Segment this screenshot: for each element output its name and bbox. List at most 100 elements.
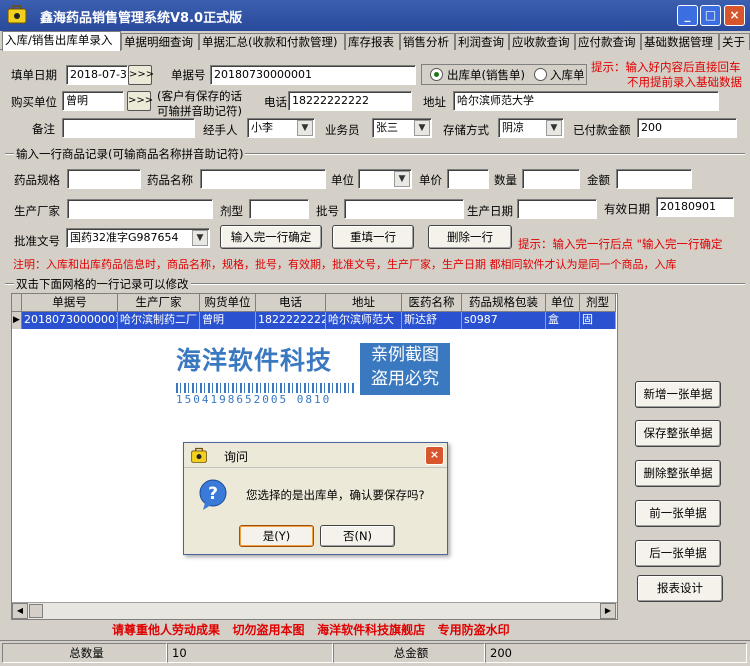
- watermark-digits: 1504198652005 0810: [176, 393, 332, 406]
- expiry-field[interactable]: 20180901: [656, 197, 734, 217]
- prev-order-button[interactable]: 前一张单据: [635, 500, 721, 527]
- entry-note: 注明：入库和出库药品信息时，商品名称，规格，批号，有效期，批准文号，生产厂家，生…: [13, 258, 677, 271]
- table-cell[interactable]: 盒: [546, 312, 580, 329]
- delete-order-button[interactable]: 删除整张单据: [635, 460, 721, 487]
- chevron-down-icon[interactable]: ▼: [297, 120, 313, 136]
- table-cell[interactable]: 斯达舒: [402, 312, 462, 329]
- date-picker-button[interactable]: >>>: [128, 65, 154, 85]
- minimize-button[interactable]: _: [677, 5, 698, 26]
- form-field[interactable]: [249, 199, 309, 219]
- tab-detail-query[interactable]: 单据明细查询: [121, 33, 199, 50]
- radio-out[interactable]: [430, 68, 443, 81]
- radio-in[interactable]: [534, 68, 547, 81]
- table-cell[interactable]: 哈尔滨制药二厂: [118, 312, 200, 329]
- window-title: 鑫海药品销售管理系统V8.0正式版: [40, 11, 243, 26]
- yes-button[interactable]: 是(Y): [239, 525, 314, 547]
- table-cell[interactable]: s0987: [462, 312, 546, 329]
- maximize-button[interactable]: □: [700, 5, 721, 26]
- buyer-field[interactable]: 曾明: [62, 91, 124, 111]
- phone-field[interactable]: 18222222222: [288, 91, 412, 111]
- next-order-button[interactable]: 后一张单据: [635, 540, 721, 567]
- tab-payable[interactable]: 应付款查询: [575, 33, 641, 50]
- col-header-maker[interactable]: 生产厂家: [118, 294, 200, 312]
- table-cell[interactable]: 哈尔滨师范大: [326, 312, 402, 329]
- tab-sales-analysis[interactable]: 销售分析: [400, 33, 455, 50]
- spec-field[interactable]: [67, 169, 141, 189]
- tab-basic-data[interactable]: 基础数据管理: [641, 33, 719, 50]
- barcode-icon: [176, 383, 356, 393]
- amount-field[interactable]: [616, 169, 692, 189]
- unit-select[interactable]: ▼: [358, 169, 412, 189]
- price-field[interactable]: [447, 169, 489, 189]
- table-cell[interactable]: 18222222222: [256, 312, 326, 329]
- horizontal-scrollbar[interactable]: ◀ ▶: [12, 602, 617, 619]
- chevron-down-icon[interactable]: ▼: [546, 120, 562, 136]
- remark-field[interactable]: [62, 118, 195, 138]
- table-cell[interactable]: 曾明: [200, 312, 256, 329]
- chevron-down-icon[interactable]: ▼: [414, 120, 430, 136]
- tab-profit[interactable]: 利润查询: [455, 33, 509, 50]
- phone-label: 电话: [264, 95, 287, 109]
- chevron-down-icon[interactable]: ▼: [192, 230, 208, 246]
- salesman-select[interactable]: 张三 ▼: [372, 118, 432, 138]
- address-field[interactable]: 哈尔滨师范大学: [453, 91, 719, 111]
- report-design-button[interactable]: 报表设计: [637, 575, 723, 602]
- col-header-form[interactable]: 剂型: [580, 294, 616, 312]
- col-header-order-no[interactable]: 单据号: [22, 294, 118, 312]
- approval-select[interactable]: 国药32准字G987654 ▼: [66, 228, 210, 248]
- scroll-right-icon[interactable]: ▶: [600, 603, 616, 619]
- qty-field[interactable]: [522, 169, 580, 189]
- price-label: 单价: [419, 173, 442, 187]
- scroll-left-icon[interactable]: ◀: [12, 603, 28, 619]
- scroll-thumb[interactable]: [29, 604, 43, 618]
- remark-label: 备注: [32, 122, 55, 136]
- col-header-phone[interactable]: 电话: [256, 294, 326, 312]
- entry-tip: 提示：输入完一行后点 "输入完一行确定: [518, 237, 723, 251]
- tab-stock-report[interactable]: 库存报表: [345, 33, 400, 50]
- unit-label: 单位: [331, 173, 354, 187]
- order-no-field[interactable]: 20180730000001: [210, 65, 416, 85]
- no-button[interactable]: 否(N): [320, 525, 395, 547]
- save-order-button[interactable]: 保存整张单据: [635, 420, 721, 447]
- form-label: 剂型: [220, 204, 243, 218]
- tab-about[interactable]: 关于: [719, 33, 750, 50]
- col-header-spec[interactable]: 药品规格包装: [462, 294, 546, 312]
- name-field[interactable]: [200, 169, 326, 189]
- question-icon: ?: [199, 479, 227, 510]
- row-pointer-icon: ▶: [12, 312, 22, 329]
- handler-select[interactable]: 小李 ▼: [247, 118, 315, 138]
- col-header-drug-name[interactable]: 医药名称: [402, 294, 462, 312]
- maker-field[interactable]: [67, 199, 213, 219]
- delete-line-button[interactable]: 删除一行: [428, 225, 512, 249]
- maker-label: 生产厂家: [14, 204, 60, 218]
- address-label: 地址: [423, 95, 446, 109]
- confirm-line-button[interactable]: 输入完一行确定: [220, 225, 322, 249]
- batch-field[interactable]: [344, 199, 464, 219]
- dialog-close-icon[interactable]: ×: [425, 446, 444, 465]
- col-header-buyer[interactable]: 购货单位: [200, 294, 256, 312]
- grid-caption: 双击下面网格的一行记录可以修改: [14, 276, 191, 292]
- radio-out-label: 出库单(销售单): [447, 68, 525, 82]
- amount-label: 金额: [587, 173, 610, 187]
- buyer-lookup-button[interactable]: >>>: [127, 91, 153, 111]
- table-cell[interactable]: 20180730000001: [22, 312, 118, 329]
- tab-summary[interactable]: 单据汇总(收款和付款管理): [199, 33, 345, 50]
- watermark-stamp-line-1: 亲例截图: [371, 345, 439, 365]
- chevron-down-icon[interactable]: ▼: [394, 171, 410, 187]
- new-order-button[interactable]: 新增一张单据: [635, 381, 721, 408]
- tab-entry[interactable]: 入库/销售出库单录入: [2, 31, 121, 51]
- total-qty-value: 10: [167, 643, 333, 663]
- tab-receivable[interactable]: 应收款查询: [509, 33, 575, 50]
- row-selector-header: [12, 294, 22, 312]
- fill-date-field[interactable]: 2018-07-30: [66, 65, 128, 85]
- approval-label: 批准文号: [14, 234, 60, 248]
- col-header-unit[interactable]: 单位: [546, 294, 580, 312]
- close-button[interactable]: ×: [724, 5, 745, 26]
- refill-line-button[interactable]: 重填一行: [332, 225, 414, 249]
- storage-select[interactable]: 阴凉 ▼: [498, 118, 564, 138]
- hint-line-1: 提示：输入好内容后直接回车: [591, 60, 741, 74]
- col-header-address[interactable]: 地址: [326, 294, 402, 312]
- paid-field[interactable]: 200: [637, 118, 737, 138]
- prod-date-field[interactable]: [517, 199, 597, 219]
- table-cell[interactable]: 固: [580, 312, 616, 329]
